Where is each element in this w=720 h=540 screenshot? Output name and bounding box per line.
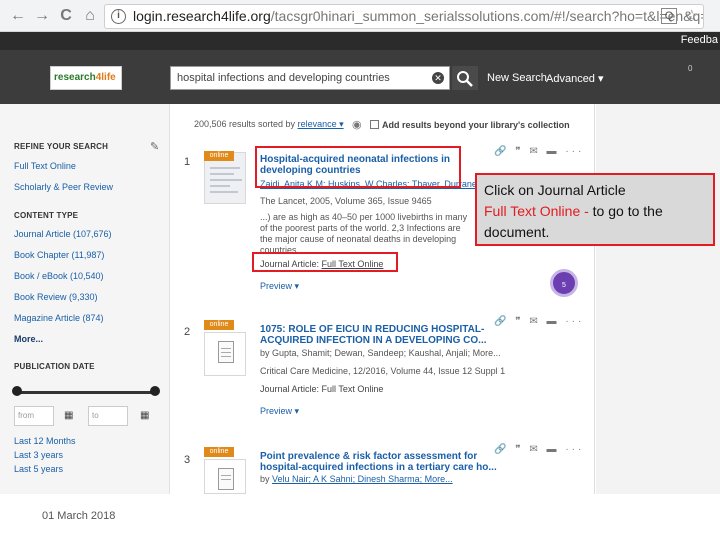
slide-footer: 01 March 2018: [0, 494, 720, 540]
document-icon[interactable]: [204, 459, 246, 494]
online-badge: online: [204, 320, 234, 330]
calendar-icon[interactable]: ▦: [64, 410, 73, 421]
result-action-icons[interactable]: 🔗 ❞ ✉ ▬ ···: [494, 146, 584, 157]
date-to-input[interactable]: to: [88, 406, 128, 426]
edit-pencil-icon[interactable]: ✎: [150, 140, 164, 154]
top-strip: Feedba: [0, 32, 720, 50]
highlight-full-text-link: [252, 252, 398, 272]
footer-date: 01 March 2018: [42, 510, 116, 522]
content-type-item[interactable]: Book Review (9,330): [14, 292, 98, 302]
url-host: login.research4life.org: [133, 8, 271, 24]
authors-links[interactable]: Velu Nair; A K Sahni; Dinesh Sharma; Mor…: [272, 474, 453, 484]
refine-heading: REFINE YOUR SEARCH: [14, 142, 109, 151]
filter-sidebar: REFINE YOUR SEARCH ✎ Full Text Online Sc…: [0, 104, 170, 494]
beyond-collection-checkbox[interactable]: [370, 120, 379, 129]
result-title-link[interactable]: Point prevalence & risk factor assessmen…: [260, 451, 500, 473]
result-format[interactable]: Journal Article: Full Text Online: [260, 384, 383, 394]
result-authors: by Velu Nair; A K Sahni; Dinesh Sharma; …: [260, 474, 453, 484]
site-header: research4life hospital infections and de…: [0, 50, 720, 104]
saved-items-count[interactable]: 0: [688, 64, 704, 78]
research4life-logo[interactable]: research4life: [50, 66, 122, 90]
altmetric-badge[interactable]: 5: [550, 269, 578, 297]
content-type-heading: CONTENT TYPE: [14, 211, 79, 220]
result-source: The Lancet, 2005, Volume 365, Issue 9465: [260, 196, 432, 206]
sort-dropdown[interactable]: relevance ▾: [298, 119, 344, 129]
content-type-item[interactable]: Book Chapter (11,987): [14, 250, 104, 260]
new-search-link[interactable]: New Search: [487, 72, 547, 84]
back-icon[interactable]: ←: [8, 6, 28, 26]
clear-search-icon[interactable]: ✕: [432, 72, 444, 84]
home-icon[interactable]: ⌂: [80, 6, 100, 26]
address-bar[interactable]: i login.research4life.org/tacsgr0hinari_…: [104, 4, 704, 29]
online-badge: online: [204, 151, 234, 161]
online-badge: online: [204, 447, 234, 457]
search-button[interactable]: [452, 66, 478, 90]
publication-date-heading: PUBLICATION DATE: [14, 362, 95, 371]
by-label: by: [260, 474, 270, 484]
forward-icon[interactable]: →: [32, 6, 52, 26]
callout-text: Click on Journal Article: [484, 182, 626, 198]
beyond-collection-label: Add results beyond your library's collec…: [382, 120, 570, 130]
logo-text: research: [54, 72, 96, 83]
instruction-callout: Click on Journal Article Full Text Onlin…: [475, 173, 715, 246]
content-type-item[interactable]: Magazine Article (874): [14, 313, 104, 323]
filter-scholarly[interactable]: Scholarly & Peer Review: [14, 182, 113, 192]
browser-toolbar: ← → C ⌂ i login.research4life.org/tacsgr…: [0, 0, 720, 32]
filter-full-text-online[interactable]: Full Text Online: [14, 161, 76, 171]
right-column: [596, 104, 720, 494]
preview-toggle[interactable]: Preview ▾: [260, 406, 299, 417]
preview-toggle[interactable]: Preview ▾: [260, 281, 299, 292]
result-action-icons[interactable]: 🔗 ❞ ✉ ▬ ···: [494, 444, 584, 455]
logo-text-accent: 4life: [95, 72, 116, 83]
reload-icon[interactable]: C: [56, 6, 76, 26]
rss-icon[interactable]: ◉: [352, 118, 362, 131]
content-type-item[interactable]: Book / eBook (10,540): [14, 271, 104, 281]
result-authors[interactable]: by Gupta, Shamit; Dewan, Sandeep; Kausha…: [260, 348, 501, 358]
bookmark-star-icon[interactable]: ☆: [685, 5, 699, 28]
result-number: 2: [184, 326, 191, 338]
result-title-link[interactable]: 1075: ROLE OF EICU IN REDUCING HOSPITAL-…: [260, 324, 500, 346]
calendar-icon[interactable]: ▦: [140, 410, 149, 421]
extension-icon[interactable]: Q: [661, 8, 677, 24]
date-slider-track[interactable]: [16, 391, 156, 394]
result-snippet: ...) are as high as 40–50 per 1000 liveb…: [260, 212, 468, 255]
content-type-more-link[interactable]: More...: [14, 334, 43, 344]
date-preset-12-months[interactable]: Last 12 Months: [14, 436, 76, 446]
date-slider-handle-start[interactable]: [12, 386, 22, 396]
search-icon: [457, 71, 473, 87]
result-action-icons[interactable]: 🔗 ❞ ✉ ▬ ···: [494, 316, 584, 327]
results-summary: 200,506 results sorted by relevance ▾: [194, 119, 344, 130]
results-count: 200,506 results sorted by: [194, 119, 296, 129]
date-preset-3-years[interactable]: Last 3 years: [14, 450, 63, 460]
url-path: /tacsgr0hinari_summon_serialssolutions.c…: [270, 8, 704, 24]
feedback-link[interactable]: Feedba: [681, 34, 718, 46]
highlight-title: [255, 146, 461, 188]
result-source: Critical Care Medicine, 12/2016, Volume …: [260, 366, 506, 376]
search-input[interactable]: hospital infections and developing count…: [170, 66, 450, 90]
callout-highlight: Full Text Online -: [484, 203, 593, 219]
date-slider-handle-end[interactable]: [150, 386, 160, 396]
result-number: 1: [184, 156, 191, 168]
advanced-search-link[interactable]: Advanced ▾: [546, 72, 604, 85]
date-preset-5-years[interactable]: Last 5 years: [14, 464, 63, 474]
document-icon[interactable]: [204, 332, 246, 376]
result-number: 3: [184, 454, 191, 466]
date-from-input[interactable]: from: [14, 406, 54, 426]
info-icon[interactable]: i: [111, 9, 126, 24]
content-type-item[interactable]: Journal Article (107,676): [14, 229, 112, 239]
